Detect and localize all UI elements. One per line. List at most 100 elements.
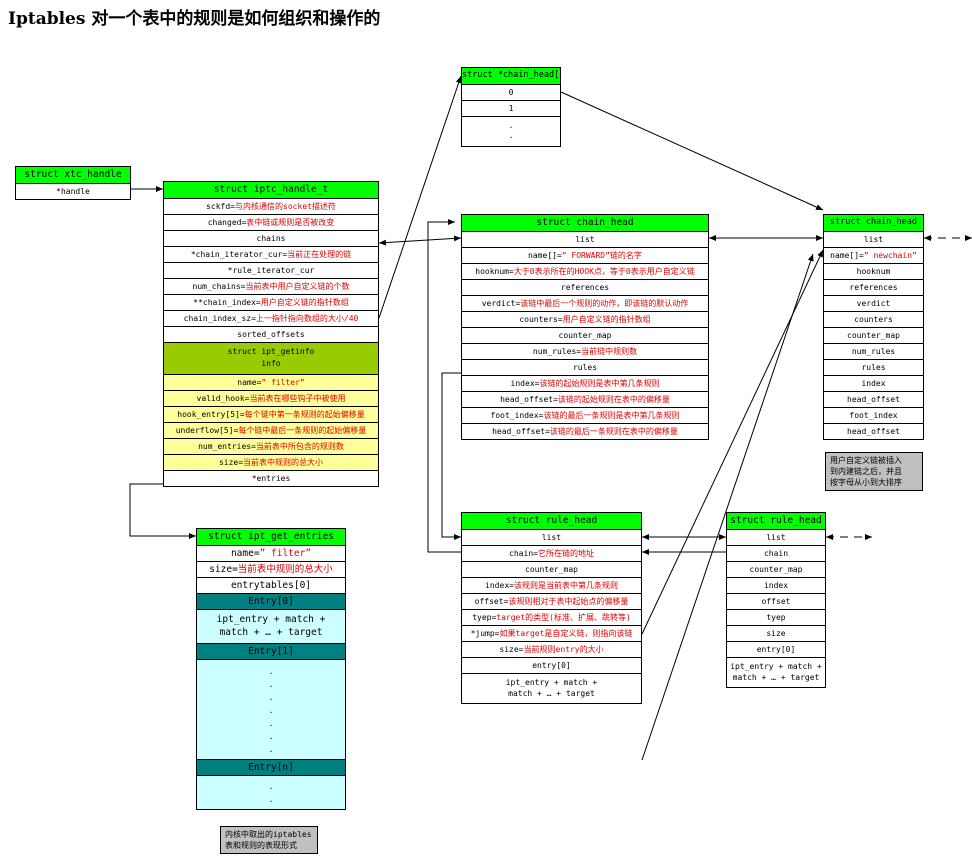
rule-head-right-row: tyep [727, 609, 825, 625]
chain-head-right-note: 用户自定义链被插入 到内建链之后，并且 按字母从小到大排序 [825, 452, 923, 491]
iptc-handle-info: struct ipt_getinfo info [164, 342, 378, 374]
iptc-handle-desc: 表中链或规则是否被改变 [246, 218, 335, 227]
chain-head-main-field: foot_index= [490, 411, 544, 420]
arrow-ptr-right [560, 91, 824, 211]
rule-head-main-row: size=当前规则entry的大小 [462, 641, 641, 657]
chain-head-ptr-more: . . [462, 116, 560, 146]
iptc-handle-field: chain_index_sz= [183, 314, 256, 323]
iptc-handle-row: *chain_iterator_cur=当前正在处理的链 [164, 246, 378, 262]
chain-head-right-row: head_offset [824, 423, 923, 439]
iptc-handle-info-row: valid_hook=当前表在哪些钩子中被使用 [164, 390, 378, 406]
iptc-handle-row: **chain_index=用户自定义链的指针数组 [164, 294, 378, 310]
rule-head-main-desc: 当前规则entry的大小 [523, 645, 604, 654]
rule-head-main-field: offset= [474, 597, 509, 606]
chain-head-main-desc: 大于0表示所在的HOOK点，等于0表示用户自定义链 [513, 267, 695, 276]
rule-head-main-field: *jump= [470, 629, 500, 638]
chain-head-main-field: verdict= [481, 299, 521, 308]
rule-head-main-field: chain= [509, 549, 538, 558]
iptc-handle-field: changed= [207, 218, 247, 227]
iptc-handle-row: chains [164, 230, 378, 246]
rule-head-main-field: size= [499, 645, 524, 654]
chain-head-right-field: foot_index [849, 411, 898, 420]
rule-head-main-row: offset=该规则相对于表中起始点的偏移量 [462, 593, 641, 609]
chain-head-right-field: references [849, 283, 898, 292]
chain-head-right-field: num_rules [851, 347, 896, 356]
iptc-handle-info-desc: ” filter” [261, 378, 305, 387]
chain-head-main-row: rules [462, 359, 708, 375]
chain-head-main-field: rules [572, 363, 598, 372]
chain-head-main-desc: 该链的最后一条规则在表中的偏移量 [549, 427, 678, 436]
rule-head-main-desc: 它所在链的地址 [537, 549, 594, 558]
iptc-handle-desc: 用户自定义链的指针数组 [260, 298, 349, 307]
chain-head-right-row: counters [824, 311, 923, 327]
iptc-handle-field: chains [256, 234, 286, 243]
iptc-handle-desc: 与内核通信的socket描述符 [235, 202, 336, 211]
chain-head-right-row: list [824, 231, 923, 247]
rule-head-right-row: index [727, 577, 825, 593]
ipt-get-entries-desc: 当前表中规则的总大小 [237, 564, 333, 575]
iptc-handle-field: sorted_offsets [237, 330, 305, 339]
chain-head-right-field: counter_map [847, 331, 900, 340]
ipt-get-entries-desc: ” filter” [259, 548, 312, 559]
chain-head-main-row: name[]=” FORWARD”链的名字 [462, 247, 708, 263]
iptc-handle-row: chain_index_sz=上一指针指向数组的大小/40 [164, 310, 378, 326]
iptc-handle-desc: 上一指针指向数组的大小/40 [255, 314, 359, 323]
iptc-handle-info-row: name=” filter” [164, 374, 378, 390]
rule-head-main-desc: 该规则相对于表中起始点的偏移量 [508, 597, 629, 606]
iptc-handle-info-desc: 每个链中最后一条规则的起始偏移量 [238, 426, 367, 435]
iptc-handle-info-field: valid_hook= [196, 394, 250, 403]
iptc-handle-field: sckfd= [206, 202, 235, 211]
chain-head-main-row: head_offset=该链的起始规则在表中的偏移量 [462, 391, 708, 407]
iptc-handle-info-row: underflow[5]=每个链中最后一条规则的起始偏移量 [164, 422, 378, 438]
arrow-chain-back [427, 219, 461, 553]
iptc-handle-row: sorted_offsets [164, 326, 378, 342]
rule-head-main-desc: 该规则是当前表中第几条规则 [513, 581, 618, 590]
rule-head-main-desc: 如果target是自定义链，则指向该链 [499, 629, 633, 638]
rule-head-main-field: index= [485, 581, 514, 590]
chain-head-main-row: hooknum=大于0表示所在的HOOK点，等于0表示用户自定义链 [462, 263, 708, 279]
rule-head-main-field: entry[0] [532, 661, 571, 670]
iptc-handle-info-desc: 当前表中所包含的规则数 [255, 442, 344, 451]
rule-head-right-row: entry[0] [727, 641, 825, 657]
chain-head-right-row: verdict [824, 295, 923, 311]
chain-head-ptr-1: 1 [462, 100, 560, 116]
iptc-handle-info-field: name= [237, 378, 262, 387]
iptc-handle-row: num_chains=当前表中用户自定义链的个数 [164, 278, 378, 294]
chain-head-right-field: hooknum [856, 267, 891, 276]
iptc-handle-info-field: underflow[5]= [175, 426, 239, 435]
iptc-handle-row: sckfd=与内核通信的socket描述符 [164, 198, 378, 214]
ipt-get-entries-field: name= [230, 548, 260, 559]
iptc-handle-info-row: num_entries=当前表中所包含的规则数 [164, 438, 378, 454]
chain-head-main-row: list [462, 231, 708, 247]
iptc-handle-header: struct iptc_handle_t [164, 182, 378, 198]
chain-head-right-field: counters [854, 315, 893, 324]
xtc-handle-box: struct xtc_handle *handle [15, 166, 131, 200]
rule-head-right-box: struct rule_head list chain counter_map inde… [726, 512, 826, 688]
chain-head-right-field: verdict [856, 299, 891, 308]
chain-head-ptr-0: 0 [462, 84, 560, 100]
iptc-handle-info-desc: 当前表在哪些钩子中被使用 [249, 394, 346, 403]
entry-0-body: ipt_entry + match + match + … + target [197, 609, 345, 643]
rule-head-main-field: tyep= [472, 613, 497, 622]
chain-head-right-row: references [824, 279, 923, 295]
chain-head-main-desc: 当前链中规则数 [581, 347, 638, 356]
ipt-get-entries-note: 内核中取出的iptables 表和规则的表现形式 [220, 826, 318, 854]
chain-head-main-desc: 该链的起始规则在表中的偏移量 [557, 395, 670, 404]
chain-head-main-row: counter_map [462, 327, 708, 343]
rule-head-main-row: tyep=target的类型(标准、扩展、跳转等) [462, 609, 641, 625]
iptc-handle-info-desc: 当前表中规则的总大小 [243, 458, 324, 467]
chain-head-main-row: counters=用户自定义链的指针数组 [462, 311, 708, 327]
rule-head-main-header: struct rule_head [462, 513, 641, 529]
chain-head-right-field: rules [861, 363, 886, 372]
chain-head-ptr-box: struct *chain_head[] 0 1 . . [461, 67, 561, 147]
rule-head-main-row: *jump=如果target是自定义链，则指向该链 [462, 625, 641, 641]
entry-1-body: . . . . . . . [197, 659, 345, 759]
chain-head-main-field: hooknum= [475, 267, 514, 276]
ipt-get-entries-row: entrytables[0] [197, 577, 345, 593]
chain-head-main-field: counters= [519, 315, 563, 324]
iptc-handle-desc: 当前正在处理的链 [287, 250, 352, 259]
chain-head-main-header: struct chain_head [462, 215, 708, 231]
iptc-handle-info-row: hook_entry[5]=每个链中第一条规则的起始偏移量 [164, 406, 378, 422]
chain-head-right-row: index [824, 375, 923, 391]
iptc-handle-row: *rule_iterator_cur [164, 262, 378, 278]
